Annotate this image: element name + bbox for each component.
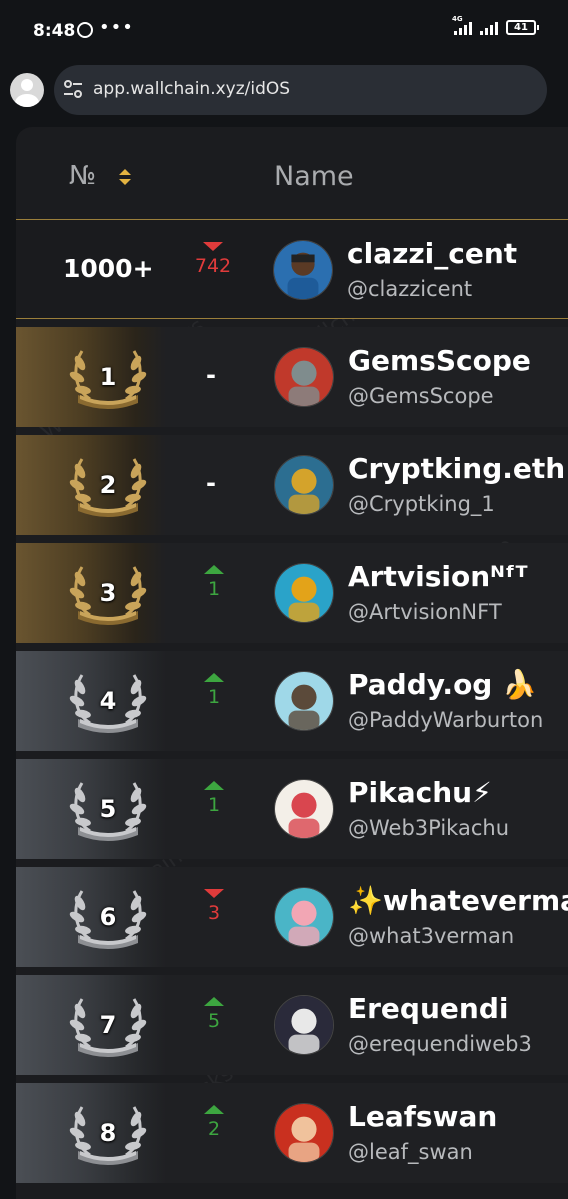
sort-icon[interactable] — [118, 167, 132, 187]
user-handle[interactable]: @clazzicent — [347, 277, 472, 301]
table-row[interactable]: 4 1 Paddy.og 🍌 @PaddyWarburton — [16, 651, 568, 751]
arrow-down-icon — [203, 242, 223, 251]
username: Pikachu⚡ — [348, 776, 492, 809]
user-handle[interactable]: @erequendiweb3 — [348, 1032, 532, 1056]
user-handle[interactable]: @ArtvisionNFT — [348, 600, 502, 624]
signal-tag: 4G — [452, 15, 463, 23]
rank-change-value: 742 — [194, 255, 232, 277]
arrow-up-icon — [204, 781, 224, 790]
user-handle[interactable]: @Web3Pikachu — [348, 816, 509, 840]
rank-change: 742 — [183, 242, 243, 277]
username: Paddy.og 🍌 — [348, 668, 537, 701]
username: Leafswan — [348, 1100, 498, 1133]
avatar[interactable] — [274, 671, 334, 731]
rank-cell: 7 — [16, 975, 166, 1075]
rank-change-value: 5 — [207, 1010, 221, 1032]
url-text[interactable]: app.wallchain.xyz/idOS — [93, 79, 290, 99]
status-time: 8:48 — [33, 21, 76, 41]
user-handle[interactable]: @what3verman — [348, 924, 514, 948]
username: Erequendi — [348, 992, 509, 1025]
more-notifications-icon: ••• — [99, 17, 134, 38]
rank-change-value: 1 — [207, 578, 221, 600]
signal-4g-icon: 4G — [452, 15, 472, 35]
arrow-up-icon — [204, 565, 224, 574]
browser-toolbar: app.wallchain.xyz/idOS — [0, 62, 568, 122]
username: Artvisionᴺᶠᵀ — [348, 560, 528, 593]
arrow-up-icon — [204, 673, 224, 682]
name-column-header: Name — [274, 161, 354, 192]
rank-change-value: - — [206, 469, 216, 497]
rank-text: 3 — [99, 579, 117, 607]
status-icons: 4G 41 — [452, 15, 539, 35]
rank-change-value: 3 — [207, 902, 221, 924]
battery-level: 41 — [514, 22, 528, 33]
table-row[interactable]: 1 - GemsScope @GemsScope — [16, 327, 568, 427]
rank-text: 2 — [99, 471, 117, 499]
current-user-row[interactable]: 1000+ 742 clazzi_cent @clazzicent — [16, 219, 568, 319]
rank-change: 3 — [184, 889, 244, 924]
rank-change-value: 2 — [207, 1118, 221, 1140]
rank-cell: 8 — [16, 1083, 166, 1183]
rank-cell: 6 — [16, 867, 166, 967]
avatar[interactable] — [274, 995, 334, 1055]
rank-text: 8 — [99, 1119, 117, 1147]
rank-text: 1 — [99, 363, 117, 391]
leaderboard: Wallchain Quacks Wallchain Quacks quacks… — [16, 127, 568, 1199]
table-row[interactable]: 2 - Cryptking.eth 🔱 @Cryptking_1 — [16, 435, 568, 535]
whatsapp-icon — [77, 22, 93, 38]
avatar[interactable] — [274, 563, 334, 623]
table-row[interactable]: 6 3 ✨whateverman @what3verman — [16, 867, 568, 967]
avatar[interactable] — [274, 887, 334, 947]
rank-column-header[interactable]: № — [69, 161, 96, 191]
arrow-up-icon — [204, 1105, 224, 1114]
arrow-down-icon — [204, 889, 224, 898]
rank-change: 1 — [184, 673, 244, 708]
rank-cell: 5 — [16, 759, 166, 859]
rank-cell: 2 — [16, 435, 166, 535]
status-bar: 8:48 ••• 4G 41 — [0, 0, 568, 62]
user-handle[interactable]: @GemsScope — [348, 384, 494, 408]
username: ✨whateverman — [348, 884, 568, 917]
table-row[interactable]: 7 5 Erequendi @erequendiweb3 — [16, 975, 568, 1075]
avatar[interactable] — [274, 779, 334, 839]
username: GemsScope — [348, 344, 531, 377]
arrow-up-icon — [204, 997, 224, 1006]
table-row[interactable]: 8 2 Leafswan @leaf_swan — [16, 1083, 568, 1183]
rank-text: 6 — [99, 903, 117, 931]
rank-change-value: - — [206, 361, 216, 389]
rank-change: 1 — [184, 781, 244, 816]
battery-icon: 41 — [506, 20, 539, 35]
rank-change: 5 — [184, 997, 244, 1032]
user-handle[interactable]: @Cryptking_1 — [348, 492, 495, 516]
rank-change-value: 1 — [207, 686, 221, 708]
profile-avatar-icon[interactable] — [10, 73, 44, 107]
user-handle[interactable]: @PaddyWarburton — [348, 708, 543, 732]
address-bar[interactable]: app.wallchain.xyz/idOS — [54, 65, 547, 115]
rank-change-value: 1 — [207, 794, 221, 816]
rank-text: 5 — [99, 795, 117, 823]
rank-text: 7 — [99, 1011, 117, 1039]
avatar[interactable] — [274, 455, 334, 515]
rank-text: 4 — [99, 687, 117, 715]
username: Cryptking.eth 🔱 — [348, 452, 568, 485]
avatar[interactable] — [274, 1103, 334, 1163]
rank-cell: 1 — [16, 327, 166, 427]
user-handle[interactable]: @leaf_swan — [348, 1140, 473, 1164]
rank-cell: 4 — [16, 651, 166, 751]
username: clazzi_cent — [347, 237, 518, 270]
signal-icon — [480, 21, 498, 35]
rank-change: 2 — [184, 1105, 244, 1140]
table-row[interactable]: 5 1 Pikachu⚡ @Web3Pikachu — [16, 759, 568, 859]
rank-text: 1000+ — [63, 254, 154, 283]
site-settings-icon[interactable] — [62, 79, 84, 99]
avatar[interactable] — [274, 347, 334, 407]
avatar[interactable] — [273, 240, 333, 300]
table-row[interactable]: 3 1 Artvisionᴺᶠᵀ @ArtvisionNFT — [16, 543, 568, 643]
rank-cell: 3 — [16, 543, 166, 643]
rank-change: 1 — [184, 565, 244, 600]
table-header: № Name — [16, 127, 568, 217]
